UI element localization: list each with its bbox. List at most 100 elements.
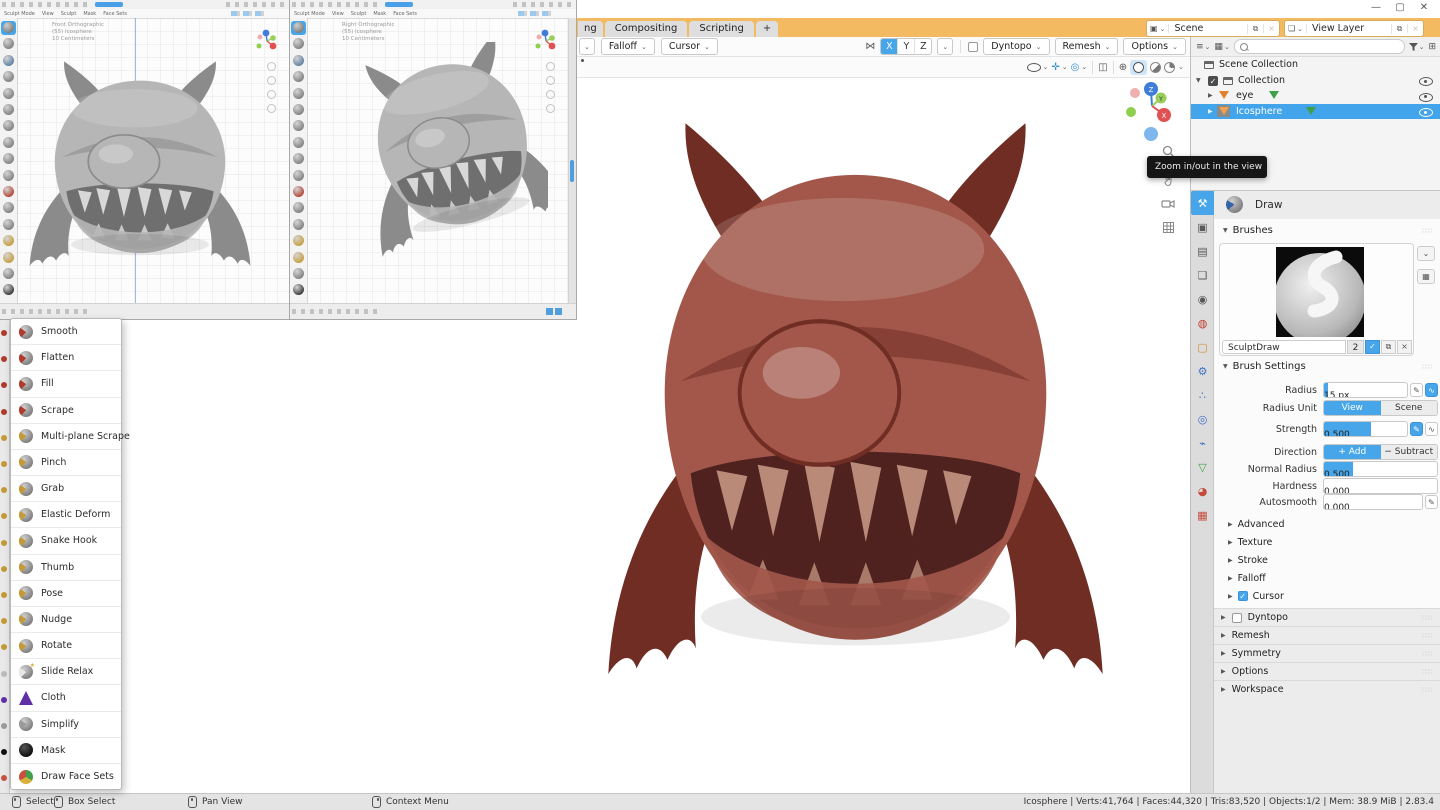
mini-brush-icon[interactable] xyxy=(3,38,14,49)
mini-brush-icon[interactable] xyxy=(3,88,14,99)
mini-brush-icon[interactable] xyxy=(293,55,304,66)
expander-icon[interactable]: ▶ xyxy=(1208,108,1213,115)
toolbar-brush-dot[interactable] xyxy=(1,356,7,362)
autosmooth-slider[interactable]: 0.000 xyxy=(1323,494,1423,510)
shading-material-button[interactable] xyxy=(1150,62,1161,73)
brush-menu-item-nudge[interactable]: Nudge xyxy=(11,607,121,633)
partial-dropdown-button[interactable]: ⌄ xyxy=(579,38,595,55)
hide-in-viewport-eye-icon[interactable] xyxy=(1419,77,1433,86)
mini-navigation-gizmo[interactable] xyxy=(253,28,281,56)
brush-selector-well[interactable]: SculptDraw 2 ✓ ⧉ × xyxy=(1219,243,1414,356)
cursor-checkbox[interactable]: ✓ xyxy=(1238,591,1248,601)
mini-scrollbar[interactable] xyxy=(568,18,576,304)
display-mode-dropdown[interactable]: ≡⌄ xyxy=(1196,42,1210,52)
toolbar-brush-dot[interactable] xyxy=(1,382,7,388)
properties-tab-scene[interactable]: ◉ xyxy=(1191,287,1214,311)
filter-dropdown[interactable]: ⌄ xyxy=(1409,43,1425,51)
new-view-layer-button[interactable]: ⧉ xyxy=(1391,24,1407,34)
mini-brush-icon[interactable] xyxy=(293,153,304,164)
properties-tab-material[interactable]: ◕ xyxy=(1191,479,1214,503)
mini-brush-icon[interactable] xyxy=(293,235,304,246)
toolbar-brush-dot[interactable] xyxy=(1,697,7,703)
direction-option-add[interactable]: + Add xyxy=(1324,445,1381,459)
new-scene-button[interactable]: ⧉ xyxy=(1247,24,1263,34)
brush-menu-item-multi-plane-scrape[interactable]: Multi-plane Scrape xyxy=(11,424,121,450)
properties-tab-texture[interactable]: ▦ xyxy=(1191,503,1214,527)
panel-dyntopo[interactable]: ▶Dyntopo∷∷ xyxy=(1214,608,1440,626)
normal-radius-slider[interactable]: 0.500 xyxy=(1323,461,1438,477)
properties-tab-modifiers[interactable]: ⚙ xyxy=(1191,359,1214,383)
mini-nav-icons[interactable] xyxy=(267,62,276,113)
brush-menu-item-snake-hook[interactable]: Snake Hook xyxy=(11,528,121,554)
mini-brush-icon[interactable] xyxy=(293,120,304,131)
view-layer-selector[interactable]: ❏⌄ View Layer ⧉ × xyxy=(1284,20,1424,37)
brushes-panel-header[interactable]: ▼ Brushes xyxy=(1223,225,1273,236)
shading-wireframe-button[interactable]: ⊕ xyxy=(1119,62,1127,73)
main-3d-viewport[interactable] xyxy=(577,78,1190,793)
mini-menu-face-sets[interactable]: Face Sets xyxy=(103,11,127,17)
mini-window-right-view[interactable]: Sculpt ModeViewSculptMaskFace Sets Right… xyxy=(290,0,577,320)
mini-menu-face-sets[interactable]: Face Sets xyxy=(393,11,417,17)
toolbar-brush-dot[interactable] xyxy=(1,513,7,519)
toolbar-brush-dot[interactable] xyxy=(1,435,7,441)
new-collection-button[interactable]: ⊞ xyxy=(1428,42,1436,52)
radius-slider[interactable]: 15 px xyxy=(1323,382,1408,398)
brush-menu-item-thumb[interactable]: Thumb xyxy=(11,555,121,581)
visibility-dropdown[interactable]: ⌄ xyxy=(1027,63,1049,72)
panel-grip[interactable]: ∷∷ xyxy=(1422,650,1433,658)
mini-brush-icon[interactable] xyxy=(293,252,304,263)
panel-grip[interactable]: ∷∷ xyxy=(1422,668,1433,676)
mini-brush-icon[interactable] xyxy=(293,137,304,148)
brush-menu-item-simplify[interactable]: Simplify xyxy=(11,712,121,738)
outliner-row-icosphere[interactable]: ▶Icosphere xyxy=(1191,104,1440,120)
radius-unit-option-view[interactable]: View xyxy=(1324,401,1381,415)
mini-brush-icon[interactable] xyxy=(293,170,304,181)
outliner-row-collection[interactable]: ▼✓Collection xyxy=(1191,73,1440,89)
mini-brush-icon[interactable] xyxy=(293,202,304,213)
mini-brush-icon[interactable] xyxy=(3,120,14,131)
brush-menu-item-scrape[interactable]: Scrape xyxy=(11,398,121,424)
falloff-dropdown[interactable]: Falloff⌄ xyxy=(601,38,655,55)
fake-user-toggle[interactable]: ✓ xyxy=(1365,340,1380,354)
outliner-row-scene-collection[interactable]: Scene Collection xyxy=(1191,57,1440,73)
mini-brush-icon[interactable] xyxy=(3,55,14,66)
properties-tab-constraints[interactable]: ⌁ xyxy=(1191,431,1214,455)
panel-workspace[interactable]: ▶Workspace∷∷ xyxy=(1214,680,1440,698)
gray-monster-three-quarter[interactable] xyxy=(348,42,548,270)
search-input[interactable] xyxy=(1234,39,1405,54)
xray-toggle[interactable]: ◫ xyxy=(1098,62,1107,73)
dyntopo-dropdown[interactable]: Dyntopo⌄ xyxy=(983,38,1049,55)
dyntopo-checkbox[interactable] xyxy=(968,42,978,52)
custom-curve-button[interactable]: ✎ xyxy=(1425,495,1438,509)
panel-options[interactable]: ▶Options∷∷ xyxy=(1214,662,1440,680)
shading-dropdown[interactable]: ⌄ xyxy=(1178,63,1184,71)
brush-menu-item-draw-face-sets[interactable]: Draw Face Sets xyxy=(11,764,121,789)
toolbar-brush-dot[interactable] xyxy=(1,461,7,467)
pressure-sensitivity-toggle[interactable]: ∿ xyxy=(1425,422,1438,436)
custom-curve-button[interactable]: ✎ xyxy=(1410,383,1423,397)
properties-tab-active-tool[interactable]: ⚒ xyxy=(1191,191,1214,215)
properties-tab-particles[interactable]: ∴ xyxy=(1191,383,1214,407)
mini-menu-view[interactable]: View xyxy=(332,11,344,17)
radius-unit-option-scene[interactable]: Scene xyxy=(1381,401,1438,415)
dyntopo-checkbox[interactable] xyxy=(1232,613,1242,623)
toolbar-brush-dot[interactable] xyxy=(1,487,7,493)
brush-menu-item-cloth[interactable]: Cloth xyxy=(11,685,121,711)
properties-tab-output[interactable]: ▤ xyxy=(1191,239,1214,263)
outliner-row-eye[interactable]: ▶eye xyxy=(1191,88,1440,104)
brush-menu-item-rotate[interactable]: Rotate xyxy=(11,633,121,659)
mini-brush-icon[interactable] xyxy=(293,71,304,82)
toolbar-brush-dot[interactable] xyxy=(1,671,7,677)
mini-brush-icon[interactable] xyxy=(293,219,304,230)
brush-menu-item-mask[interactable]: Mask xyxy=(11,738,121,764)
brush-name-field[interactable]: SculptDraw xyxy=(1222,340,1346,354)
properties-tab-data[interactable]: ▽ xyxy=(1191,455,1214,479)
hide-in-viewport-eye-icon[interactable] xyxy=(1419,93,1433,102)
mini-brush-icon[interactable] xyxy=(3,235,14,246)
panel-grip[interactable]: ∷∷ xyxy=(1422,632,1433,640)
mini-nav-icons[interactable] xyxy=(546,62,555,113)
gizmos-dropdown[interactable]: ✛⌄ xyxy=(1051,62,1067,73)
mini-brush-icon[interactable] xyxy=(3,284,14,295)
brush-preview-image[interactable] xyxy=(1276,247,1364,337)
toolbar-brush-dot[interactable] xyxy=(1,775,7,781)
